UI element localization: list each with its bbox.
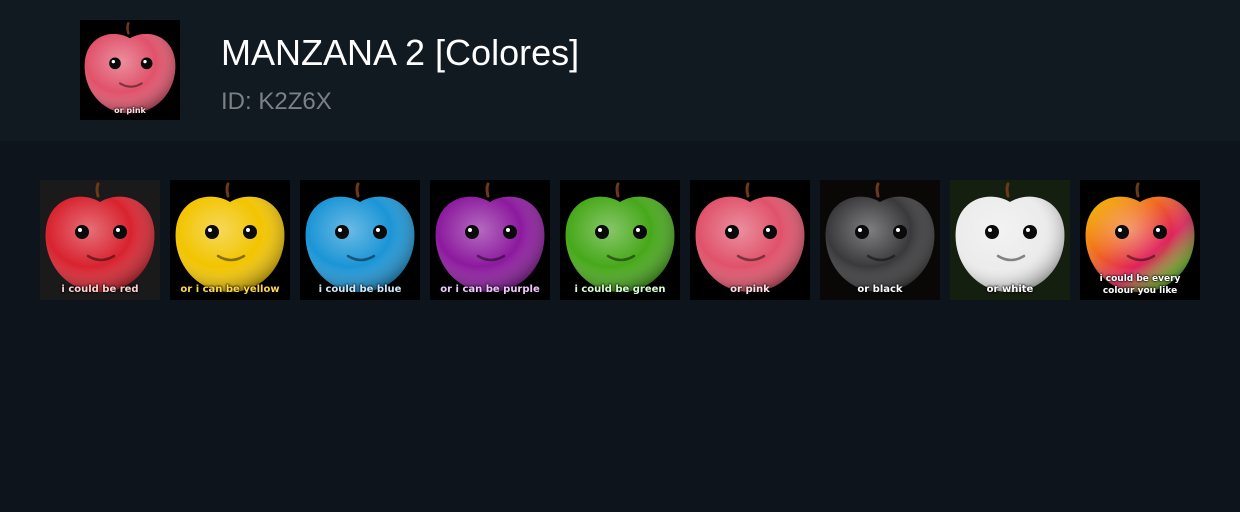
apple-illustration: [690, 180, 810, 300]
frame-caption: i could be every colour you like: [1099, 274, 1181, 296]
frame-yellow[interactable]: or i can be yellow: [170, 180, 290, 300]
page-id: ID: K2Z6X: [221, 88, 332, 115]
frame-caption: i could be green: [574, 284, 666, 295]
frame-pink[interactable]: or pink: [690, 180, 810, 300]
apple-illustration: [40, 180, 160, 300]
header: or pink MANZANA 2 [Colores] ID: K2Z6X: [0, 0, 1240, 141]
apple-illustration: [950, 180, 1070, 300]
apple-illustration: [430, 180, 550, 300]
frame-caption: or i can be purple: [440, 284, 540, 295]
frame-black[interactable]: or black: [820, 180, 940, 300]
apple-illustration: [170, 180, 290, 300]
thumbnail-caption: or pink: [114, 106, 146, 115]
apple-illustration: [820, 180, 940, 300]
frame-caption: or white: [986, 284, 1034, 295]
header-thumbnail: or pink: [80, 20, 180, 120]
frame-blue[interactable]: i could be blue: [300, 180, 420, 300]
frame-caption: i could be blue: [318, 284, 402, 295]
frame-caption: or black: [857, 284, 903, 295]
frame-caption: or i can be yellow: [180, 284, 280, 295]
apple-illustration: [560, 180, 680, 300]
frame-red[interactable]: i could be red: [40, 180, 160, 300]
frame-green[interactable]: i could be green: [560, 180, 680, 300]
frame-strip: i could be red or i can be yellow i coul…: [40, 180, 1200, 300]
frame-caption: or pink: [730, 284, 770, 295]
frame-caption: i could be red: [61, 284, 139, 295]
page-title: MANZANA 2 [Colores]: [221, 32, 580, 73]
frame-purple[interactable]: or i can be purple: [430, 180, 550, 300]
apple-illustration: [300, 180, 420, 300]
frame-white[interactable]: or white: [950, 180, 1070, 300]
frame-rainbow[interactable]: i could be every colour you like: [1080, 180, 1200, 300]
